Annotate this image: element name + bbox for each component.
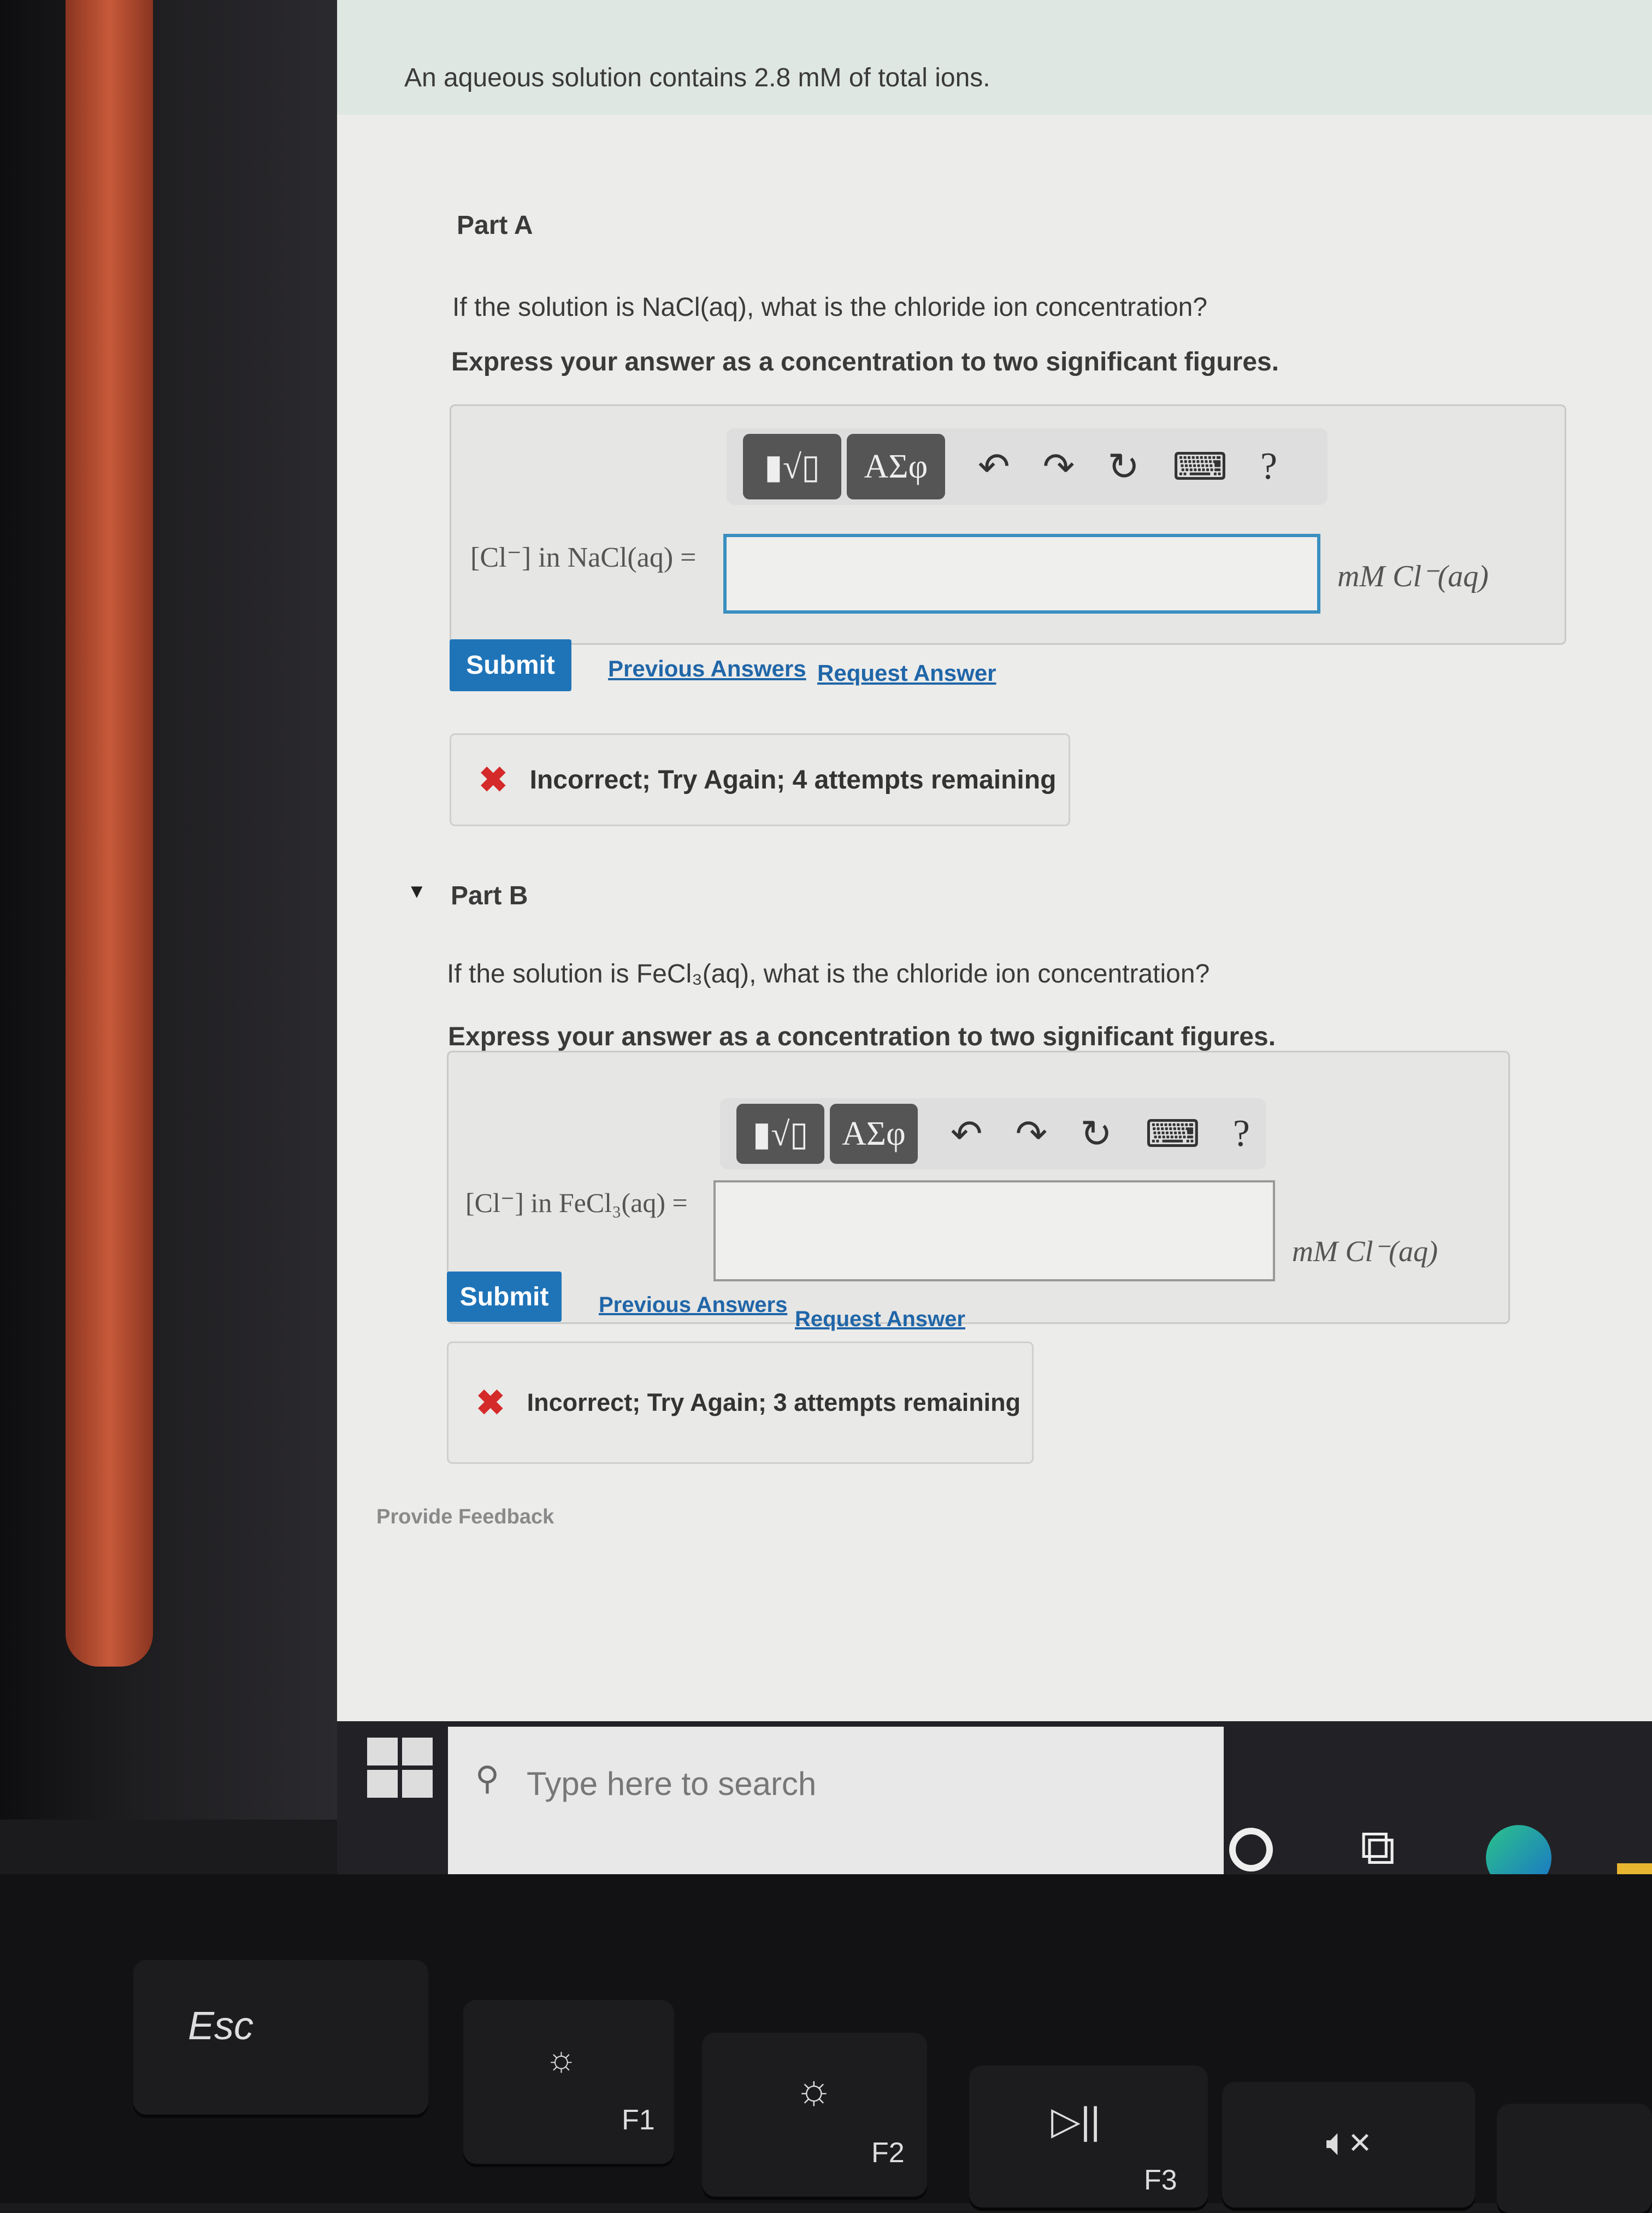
problem-intro-banner <box>337 0 1652 115</box>
part-b-instruction: Express your answer as a concentration t… <box>448 1022 1276 1051</box>
part-b-math-toolbar: ▮√▯ ΑΣφ ↶ ↷ ↻ ⌨ ? <box>720 1098 1266 1169</box>
error-x-icon: ✖ <box>476 1382 505 1422</box>
f5-key[interactable] <box>1497 2104 1652 2213</box>
cortana-icon[interactable] <box>1229 1828 1273 1871</box>
taskbar-search-box[interactable]: ⚲ Type here to search <box>448 1727 1224 1874</box>
part-a-instruction: Express your answer as a concentration t… <box>451 348 1279 376</box>
help-icon[interactable]: ? <box>1260 445 1277 488</box>
brightness-up-icon: ☼ <box>795 2066 833 2112</box>
part-a-answer-label: [Cl⁻] in NaCl(aq) = <box>470 542 697 573</box>
part-b-submit-button[interactable]: Submit <box>447 1272 562 1322</box>
part-b-answer-input[interactable] <box>713 1180 1275 1281</box>
part-b-previous-answers-link[interactable]: Previous Answers <box>599 1293 787 1317</box>
collapse-triangle-icon[interactable]: ▼ <box>407 880 427 903</box>
redo-icon[interactable]: ↷ <box>1043 444 1075 489</box>
esc-key[interactable]: Esc <box>133 1960 428 2115</box>
part-a-math-toolbar: ▮√▯ ΑΣφ ↶ ↷ ↻ ⌨ ? <box>727 428 1328 505</box>
part-b-question: If the solution is FeCl₃(aq), what is th… <box>447 960 1210 988</box>
part-a-feedback: ✖ Incorrect; Try Again; 4 attempts remai… <box>450 733 1070 826</box>
greek-symbols-button[interactable]: ΑΣφ <box>829 1104 918 1164</box>
mute-icon: 🔈︎× <box>1326 2121 1371 2163</box>
provide-feedback-link[interactable]: Provide Feedback <box>376 1505 554 1529</box>
templates-icon[interactable]: ▮√▯ <box>743 434 841 499</box>
part-b-units: mM Cl⁻(aq) <box>1292 1235 1438 1268</box>
reset-icon[interactable]: ↻ <box>1107 444 1140 489</box>
undo-icon[interactable]: ↶ <box>951 1111 983 1156</box>
f1-key[interactable]: ☼ F1 <box>463 2000 674 2164</box>
keyboard-icon[interactable]: ⌨ <box>1172 444 1228 489</box>
help-icon[interactable]: ? <box>1233 1112 1250 1156</box>
stylus-pen <box>66 0 153 1667</box>
redo-icon[interactable]: ↷ <box>1016 1111 1048 1156</box>
part-a-title[interactable]: Part A <box>457 210 533 240</box>
part-a-previous-answers-link[interactable]: Previous Answers <box>608 656 806 682</box>
part-b-request-answer-link[interactable]: Request Answer <box>795 1307 965 1332</box>
screen <box>337 0 1652 1820</box>
greek-symbols-button[interactable]: ΑΣφ <box>847 434 945 499</box>
part-b-feedback-text: Incorrect; Try Again; 3 attempts remaini… <box>527 1388 1021 1416</box>
f4-key[interactable]: 🔈︎× <box>1222 2082 1475 2208</box>
search-icon: ⚲ <box>475 1760 499 1797</box>
part-b-title[interactable]: Part B <box>451 881 528 911</box>
undo-icon[interactable]: ↶ <box>978 444 1010 489</box>
search-placeholder: Type here to search <box>527 1765 817 1802</box>
error-x-icon: ✖ <box>479 760 508 799</box>
keyboard-icon[interactable]: ⌨ <box>1145 1111 1200 1156</box>
part-a-units: mM Cl⁻(aq) <box>1337 560 1489 593</box>
windows-start-icon[interactable] <box>367 1738 433 1798</box>
part-a-question: If the solution is NaCl(aq), what is the… <box>452 293 1208 322</box>
part-b-feedback: ✖ Incorrect; Try Again; 3 attempts remai… <box>447 1341 1034 1464</box>
f2-key[interactable]: ☼ F2 <box>702 2033 927 2197</box>
task-view-icon[interactable]: ⧉ <box>1360 1820 1395 1876</box>
part-b-answer-label: [Cl⁻] in FeCl₃(aq) = <box>465 1187 688 1218</box>
f3-key[interactable]: ▷|| F3 <box>969 2065 1208 2208</box>
part-a-request-answer-link[interactable]: Request Answer <box>817 660 996 686</box>
play-pause-icon: ▷|| <box>1051 2099 1101 2142</box>
part-a-answer-input[interactable] <box>723 534 1320 614</box>
templates-icon[interactable]: ▮√▯ <box>736 1104 824 1164</box>
part-a-submit-button[interactable]: Submit <box>450 639 571 691</box>
part-a-feedback-text: Incorrect; Try Again; 4 attempts remaini… <box>529 765 1057 794</box>
problem-intro: An aqueous solution contains 2.8 mM of t… <box>404 63 990 92</box>
reset-icon[interactable]: ↻ <box>1080 1111 1112 1156</box>
brightness-down-icon: ☼ <box>545 2039 577 2078</box>
screen-bezel <box>0 0 339 1820</box>
